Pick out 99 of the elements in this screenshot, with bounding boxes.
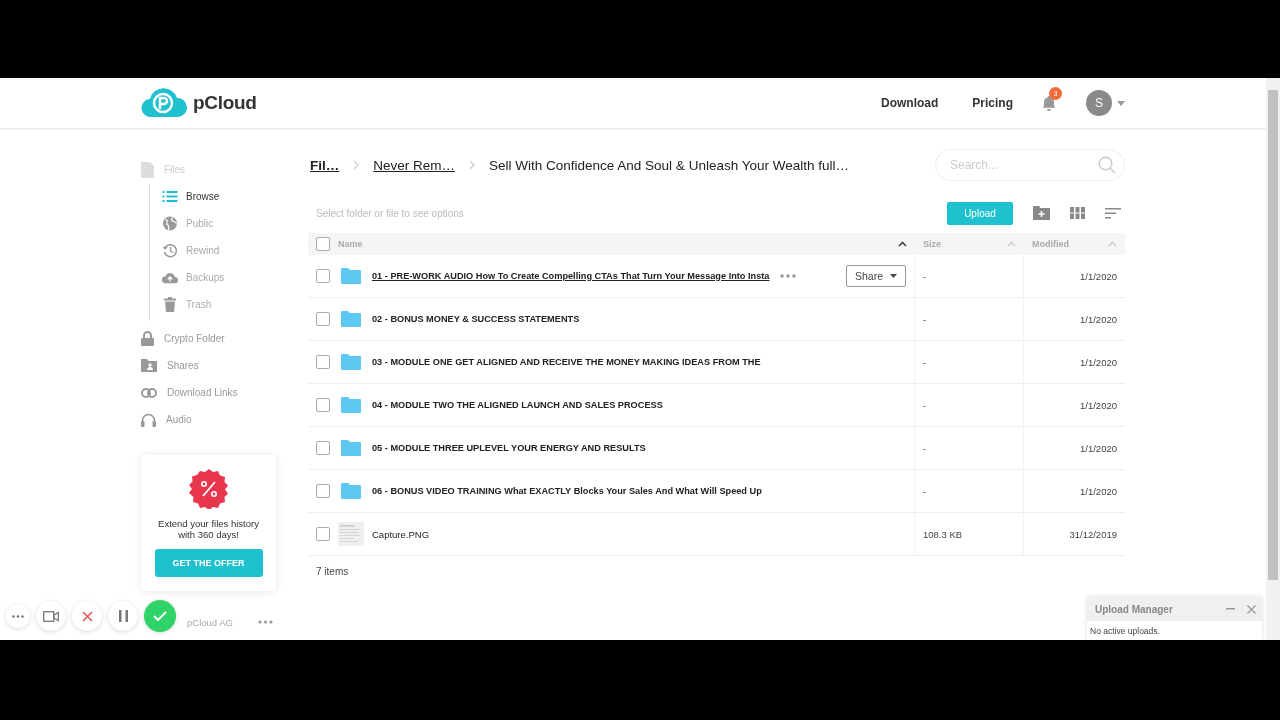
- sidebar-item[interactable]: Shares: [141, 352, 291, 379]
- more-icon[interactable]: [780, 274, 797, 278]
- more-icon: [12, 614, 24, 618]
- trash-icon: [162, 297, 178, 312]
- modified-cell: 1/1/2020: [1080, 313, 1117, 325]
- checkbox[interactable]: [316, 355, 330, 369]
- file-icon: [141, 161, 154, 178]
- chevron-icon: [353, 160, 360, 170]
- file-name[interactable]: 04 - MODULE TWO THE ALIGNED LAUNCH AND SALES PROCESS: [372, 400, 663, 410]
- headphones-icon: [141, 412, 156, 427]
- folder-icon: [341, 483, 361, 499]
- hint-text: Select folder or file to see options: [316, 207, 464, 219]
- sidebar-subitem[interactable]: Rewind: [162, 237, 291, 264]
- checkbox[interactable]: [316, 269, 330, 283]
- folder-icon: [341, 397, 361, 413]
- size-cell: -: [923, 399, 927, 411]
- breadcrumb-link[interactable]: Fil…: [310, 157, 340, 173]
- folder-icon: [341, 440, 361, 456]
- cancel-button[interactable]: [72, 601, 102, 631]
- share-button[interactable]: Share: [845, 265, 906, 287]
- link-icon: [141, 387, 157, 398]
- column-header[interactable]: Modified: [1032, 239, 1100, 249]
- discount-icon: [188, 469, 229, 509]
- camera-button[interactable]: [36, 601, 66, 631]
- cloud-upload-icon: [162, 271, 178, 284]
- scrollbar[interactable]: [1266, 78, 1280, 640]
- size-cell: 108.3 KB: [923, 528, 963, 540]
- modified-cell: 31/12/2019: [1069, 528, 1117, 540]
- breadcrumb-current[interactable]: Sell With Confidence And Soul & Unleash Your Wealth full…: [489, 157, 849, 173]
- nav-link[interactable]: Pricing: [972, 96, 1013, 110]
- minimize-icon[interactable]: [1226, 608, 1235, 610]
- file-name[interactable]: 06 - BONUS VIDEO TRAINING What EXACTLY Blocks Your Sales And What Will Speed Up: [372, 486, 762, 496]
- close-icon[interactable]: [1247, 604, 1256, 614]
- checkbox[interactable]: [316, 398, 330, 412]
- breadcrumb-link[interactable]: Never Rem…: [373, 157, 455, 173]
- file-name[interactable]: 03 - MODULE ONE GET ALIGNED AND RECEIVE THE MONEY MAKING IDEAS FROM THE: [372, 357, 761, 367]
- file-name[interactable]: 05 - MODULE THREE UPLEVEL YOUR ENERGY AND RESULTS: [372, 443, 646, 453]
- size-cell: -: [923, 442, 927, 454]
- caret-icon: [890, 274, 897, 278]
- modified-cell: 1/1/2020: [1080, 485, 1117, 497]
- new-folder-icon[interactable]: [1033, 206, 1050, 220]
- size-cell: -: [923, 356, 927, 368]
- modified-cell: 1/1/2020: [1080, 356, 1117, 368]
- promo-text: Extend your files history with 360 days!: [157, 518, 260, 541]
- nav-link[interactable]: Download: [881, 96, 939, 110]
- sidebar-item[interactable]: Audio: [141, 406, 291, 433]
- folder-icon: [341, 311, 361, 327]
- item-count: 7 items: [315, 565, 350, 579]
- history-icon: [162, 243, 178, 258]
- more-icon[interactable]: [258, 620, 273, 625]
- sidebar-subitem[interactable]: Backups: [162, 264, 291, 291]
- modified-cell: 1/1/2020: [1080, 270, 1117, 282]
- close-icon: [81, 610, 93, 622]
- logo-text: pCloud: [193, 92, 257, 114]
- checkbox[interactable]: [316, 527, 330, 541]
- upload-status: No active uploads.: [1089, 625, 1161, 638]
- sidebar-subitem[interactable]: Browse: [162, 183, 291, 210]
- sidebar-subitem[interactable]: Trash: [162, 291, 291, 318]
- camera-icon: [43, 610, 59, 622]
- chevron-icon: [469, 160, 475, 170]
- more-button[interactable]: [6, 604, 30, 628]
- confirm-button[interactable]: [144, 600, 176, 632]
- checkbox[interactable]: [316, 484, 330, 498]
- search-icon[interactable]: [1098, 156, 1116, 174]
- folder-icon: [341, 268, 361, 284]
- pause-icon: [118, 610, 128, 622]
- offer-button[interactable]: GET THE OFFER: [154, 548, 263, 577]
- size-cell: -: [923, 270, 927, 282]
- sidebar-item[interactable]: Download Links: [141, 379, 291, 406]
- grid-icon[interactable]: [1070, 207, 1085, 219]
- globe-icon: [162, 216, 178, 231]
- panel-title: Upload Manager: [1095, 603, 1174, 615]
- caret-icon[interactable]: [1117, 100, 1125, 106]
- checkbox[interactable]: [316, 237, 330, 251]
- shared-folder-icon: [141, 359, 157, 372]
- check-icon: [153, 611, 167, 621]
- file-name[interactable]: 02 - BONUS MONEY & SUCCESS STATEMENTS: [372, 314, 580, 324]
- sort-icon[interactable]: [1105, 207, 1121, 219]
- sidebar-item[interactable]: Crypto Folder: [141, 325, 291, 352]
- copyright-text: pCloud AG: [186, 616, 233, 628]
- lock-icon: [141, 331, 154, 346]
- avatar[interactable]: S: [1086, 90, 1112, 116]
- pause-button[interactable]: [108, 601, 138, 631]
- size-cell: -: [923, 485, 927, 497]
- column-header[interactable]: Name: [338, 239, 890, 249]
- upload-button[interactable]: Upload: [947, 201, 1013, 225]
- file-name[interactable]: Capture.PNG: [372, 528, 430, 540]
- checkbox[interactable]: [316, 441, 330, 455]
- modified-cell: 1/1/2020: [1080, 442, 1117, 454]
- size-cell: -: [923, 313, 927, 325]
- logo-icon: [141, 88, 187, 118]
- bell-icon[interactable]: [1041, 95, 1057, 111]
- column-header[interactable]: Size: [923, 239, 999, 249]
- modified-cell: 1/1/2020: [1080, 399, 1117, 411]
- file-name[interactable]: 01 - PRE-WORK AUDIO How To Create Compelling CTAs That Turn Your Message Into Insta: [372, 271, 770, 281]
- folder-icon: [341, 354, 361, 370]
- sidebar-subitem[interactable]: Public: [162, 210, 291, 237]
- list-icon: [162, 191, 178, 202]
- checkbox[interactable]: [316, 312, 330, 326]
